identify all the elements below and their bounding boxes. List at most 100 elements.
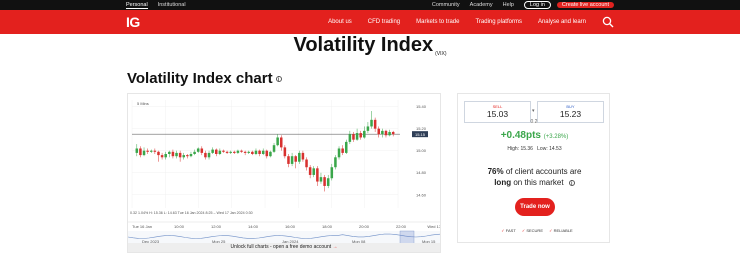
candle xyxy=(204,152,207,158)
candle xyxy=(298,152,301,162)
candle xyxy=(269,151,272,157)
high-low: High: 15.36 Low: 14.53 xyxy=(458,146,611,152)
spread-indicator: ▾ 0.2 xyxy=(531,101,538,125)
tab-personal[interactable]: Personal xyxy=(126,2,148,9)
candle xyxy=(164,154,167,158)
candle xyxy=(171,151,175,157)
check-icon: ✓ xyxy=(521,228,526,233)
high-value: 15.36 xyxy=(520,146,533,152)
community-link[interactable]: Community xyxy=(432,2,460,8)
y-tick-label: 14.60 xyxy=(416,192,427,197)
candle xyxy=(326,178,330,186)
check-icon: ✓ xyxy=(549,228,553,233)
candle xyxy=(139,148,142,156)
candle xyxy=(355,133,359,140)
candle xyxy=(359,133,362,138)
unlock-charts-text[interactable]: Unlock full charts - open a free demo ac… xyxy=(231,244,332,250)
candle xyxy=(243,151,247,153)
x-tick-label: Wed 17 Jan xyxy=(427,224,441,229)
nav-about-us[interactable]: About us xyxy=(328,19,352,25)
candle xyxy=(272,145,276,152)
candle xyxy=(290,156,294,164)
candle xyxy=(334,157,337,168)
candle xyxy=(283,147,287,157)
candle xyxy=(251,151,254,154)
candle xyxy=(182,155,186,158)
sell-box[interactable]: SELL 15.03 xyxy=(464,101,531,123)
candle xyxy=(225,151,229,153)
candle xyxy=(301,152,305,160)
sentiment-text: of client accounts are xyxy=(503,167,582,176)
candle xyxy=(373,119,377,129)
candle xyxy=(175,152,178,157)
candle xyxy=(276,137,279,146)
candle xyxy=(236,150,240,153)
academy-link[interactable]: Academy xyxy=(470,2,493,8)
candle xyxy=(200,148,204,153)
price-boxes: SELL 15.03 ▾ 0.2 BUY 15.23 xyxy=(464,101,604,125)
trade-now-button[interactable]: Trade now xyxy=(515,198,555,216)
candle xyxy=(279,137,283,148)
candle xyxy=(312,168,316,175)
tab-institutional[interactable]: Institutional xyxy=(158,2,186,8)
candle xyxy=(341,148,344,153)
candle xyxy=(308,167,312,175)
login-button[interactable]: Log in xyxy=(523,1,551,9)
candle xyxy=(381,130,384,135)
candle xyxy=(330,167,334,179)
create-live-account-button[interactable]: Create live account xyxy=(556,2,614,8)
ticker-symbol: (VIX) xyxy=(435,51,447,57)
client-sentiment: 76% of client accounts are long on this … xyxy=(458,166,611,190)
chart-info-line: 0.32 1.04% H: 15.36 L: 14.63 Tue 16 Jan … xyxy=(130,211,253,215)
nav-trading-platforms[interactable]: Trading platforms xyxy=(475,19,521,25)
sentiment-info-icon[interactable]: i xyxy=(568,180,575,187)
top-bar: Personal Institutional Community Academy… xyxy=(0,0,740,10)
info-icon[interactable]: i xyxy=(275,76,282,83)
candle xyxy=(287,156,290,164)
y-tick-label: 15.40 xyxy=(416,104,427,109)
chart-title-text: Volatility Index chart xyxy=(127,70,273,87)
candle xyxy=(196,148,200,152)
candle xyxy=(305,159,308,168)
candle xyxy=(214,149,218,154)
search-icon[interactable] xyxy=(602,16,614,28)
current-price-label: 15.15 xyxy=(415,132,426,137)
unlock-charts-banner[interactable]: Unlock full charts - open a free demo ac… xyxy=(128,243,440,252)
candle xyxy=(160,155,164,158)
buy-box[interactable]: BUY 15.23 xyxy=(537,101,604,123)
candle xyxy=(352,134,355,140)
candle xyxy=(149,150,153,152)
help-link[interactable]: Help xyxy=(503,2,514,8)
chart-panel[interactable]: 5 Mins 0.32 1.04% H: 15.36 L: 14.63 Tue … xyxy=(127,93,441,253)
buy-price: 15.23 xyxy=(559,109,582,119)
candle xyxy=(370,119,373,127)
feature-reliable: RELIABLE xyxy=(553,228,573,233)
y-tick-label: 15.00 xyxy=(416,148,427,153)
candle xyxy=(337,148,341,158)
candle xyxy=(384,130,388,136)
page-title-text: Volatility Index xyxy=(293,34,434,56)
candle xyxy=(366,126,370,131)
candle xyxy=(168,151,171,154)
feature-list: ✓ FAST ✓ SECURE ✓ RELIABLE xyxy=(458,228,611,233)
x-tick-label: 14:00 xyxy=(248,224,259,229)
nav-markets-to-trade[interactable]: Markets to trade xyxy=(416,19,459,25)
candle xyxy=(189,154,193,157)
candle xyxy=(153,150,157,152)
nav-cfd-trading[interactable]: CFD trading xyxy=(368,19,400,25)
price-chart[interactable]: 5 Mins 0.32 1.04% H: 15.36 L: 14.63 Tue … xyxy=(128,94,441,253)
feature-fast: FAST xyxy=(505,228,516,233)
candle xyxy=(157,151,160,156)
candle xyxy=(348,134,352,142)
spread-arrows-icon: ▾ xyxy=(532,108,535,114)
x-tick-label: 20:00 xyxy=(359,224,370,229)
candle xyxy=(344,141,348,153)
nav-analyse-and-learn[interactable]: Analyse and learn xyxy=(538,19,586,25)
candle xyxy=(294,156,297,162)
interval-label[interactable]: 5 Mins xyxy=(137,101,149,106)
spread-value: 0.2 xyxy=(530,119,538,125)
candle xyxy=(316,168,319,182)
low-value: 14.53 xyxy=(549,146,562,152)
candle xyxy=(258,150,261,154)
ig-logo[interactable]: IG xyxy=(126,14,140,30)
